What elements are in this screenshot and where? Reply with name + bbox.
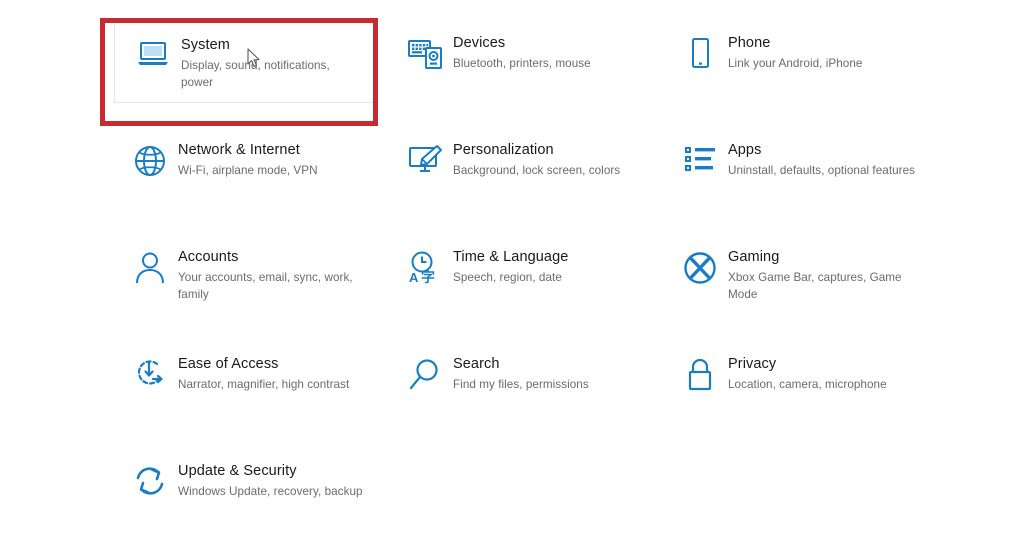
tile-title: Update & Security: [178, 463, 297, 479]
tile-title: System: [181, 37, 230, 53]
tile-text: Apps Uninstall, defaults, optional featu…: [724, 142, 952, 179]
globe-icon: [126, 142, 174, 186]
tile-description: Link your Android, iPhone: [728, 57, 863, 70]
tile-text: Accounts Your accounts, email, sync, wor…: [174, 249, 377, 303]
svg-text:A: A: [409, 270, 419, 285]
lock-icon: [676, 356, 724, 400]
tile-description: Find my files, permissions: [453, 378, 589, 391]
tile-description: Wi-Fi, airplane mode, VPN: [178, 164, 318, 177]
tile-title: Ease of Access: [178, 356, 279, 372]
tile-text: Time & Language Speech, region, date: [449, 249, 652, 286]
tile-description: Bluetooth, printers, mouse: [453, 57, 591, 70]
refresh-sync-icon: [126, 463, 174, 507]
tile-text: Gaming Xbox Game Bar, captures, Game Mod…: [724, 249, 952, 303]
monitor-brush-icon: [401, 142, 449, 186]
tile-text: Ease of Access Narrator, magnifier, high…: [174, 356, 377, 393]
keyboard-printer-icon: [401, 35, 449, 79]
settings-tile-personalization[interactable]: Personalization Background, lock screen,…: [387, 125, 662, 232]
settings-category-grid: System Display, sound, notifications, po…: [0, 0, 1024, 535]
tile-title: Accounts: [178, 249, 239, 265]
tile-description: Your accounts, email, sync, work, family: [178, 271, 353, 301]
list-icon: [676, 142, 724, 186]
tile-description: Uninstall, defaults, optional features: [728, 164, 916, 177]
tile-text: System Display, sound, notifications, po…: [177, 37, 365, 91]
settings-tile-time-language[interactable]: A 字 Time & Language Speech, region, date: [387, 232, 662, 339]
settings-tile-devices[interactable]: Devices Bluetooth, printers, mouse: [387, 18, 662, 125]
svg-text:字: 字: [421, 269, 435, 285]
tile-text: Update & Security Windows Update, recove…: [174, 463, 377, 500]
settings-tile-accounts[interactable]: Accounts Your accounts, email, sync, wor…: [112, 232, 387, 339]
tile-text: Phone Link your Android, iPhone: [724, 35, 952, 72]
settings-tile-ease-of-access[interactable]: Ease of Access Narrator, magnifier, high…: [112, 339, 387, 446]
tile-title: Devices: [453, 35, 506, 51]
tile-title: Gaming: [728, 249, 780, 265]
tile-text: Personalization Background, lock screen,…: [449, 142, 652, 179]
tile-description: Background, lock screen, colors: [453, 164, 621, 177]
tile-description: Speech, region, date: [453, 271, 562, 284]
magnifier-icon: [401, 356, 449, 400]
tile-description: Narrator, magnifier, high contrast: [178, 378, 350, 391]
settings-tile-search[interactable]: Search Find my files, permissions: [387, 339, 662, 446]
tile-title: Personalization: [453, 142, 554, 158]
tile-title: Phone: [728, 35, 771, 51]
phone-icon: [676, 35, 724, 79]
tile-text: Devices Bluetooth, printers, mouse: [449, 35, 652, 72]
tile-description: Location, camera, microphone: [728, 378, 887, 391]
tile-title: Search: [453, 356, 500, 372]
clock-language-icon: A 字: [401, 249, 449, 293]
settings-tile-network-internet[interactable]: Network & Internet Wi-Fi, airplane mode,…: [112, 125, 387, 232]
tile-text: Privacy Location, camera, microphone: [724, 356, 952, 393]
laptop-icon: [129, 37, 177, 81]
tile-description: Windows Update, recovery, backup: [178, 485, 363, 498]
tile-description: Display, sound, notifications, power: [181, 59, 330, 89]
tile-description: Xbox Game Bar, captures, Game Mode: [728, 271, 902, 301]
accessibility-circle-icon: [126, 356, 174, 400]
person-icon: [126, 249, 174, 293]
tile-title: Privacy: [728, 356, 777, 372]
settings-tile-system[interactable]: System Display, sound, notifications, po…: [114, 22, 376, 103]
tile-title: Network & Internet: [178, 142, 300, 158]
settings-tile-update-security[interactable]: Update & Security Windows Update, recove…: [112, 446, 387, 553]
settings-tile-apps[interactable]: Apps Uninstall, defaults, optional featu…: [662, 125, 962, 232]
tile-text: Network & Internet Wi-Fi, airplane mode,…: [174, 142, 377, 179]
tile-text: Search Find my files, permissions: [449, 356, 652, 393]
settings-tile-privacy[interactable]: Privacy Location, camera, microphone: [662, 339, 962, 446]
xbox-icon: [676, 249, 724, 293]
tile-title: Time & Language: [453, 249, 569, 265]
settings-tile-phone[interactable]: Phone Link your Android, iPhone: [662, 18, 962, 125]
tile-title: Apps: [728, 142, 762, 158]
settings-tile-gaming[interactable]: Gaming Xbox Game Bar, captures, Game Mod…: [662, 232, 962, 339]
